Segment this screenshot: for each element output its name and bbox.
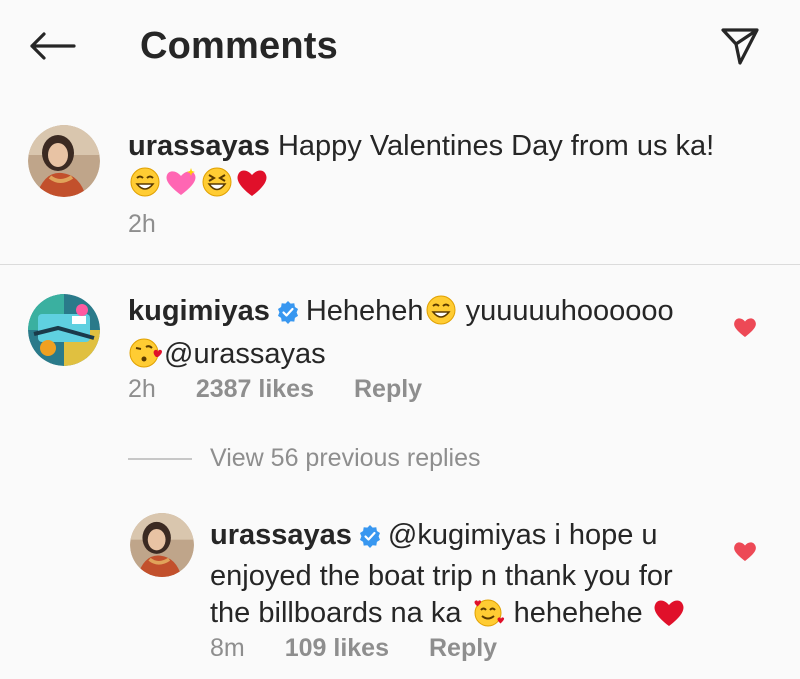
grinning-squint-emoji-icon bbox=[129, 166, 161, 208]
reply-body-1: i hope u bbox=[546, 519, 658, 551]
reply-reply-button[interactable]: Reply bbox=[429, 634, 497, 663]
avatar[interactable] bbox=[130, 513, 194, 577]
caption-text: urassayas Happy Valentines Day from us k… bbox=[128, 128, 748, 208]
caption-body: Happy Valentines Day from us ka! bbox=[269, 130, 715, 162]
red-heart-emoji-icon bbox=[652, 596, 686, 638]
back-button[interactable] bbox=[28, 24, 84, 68]
avatar[interactable] bbox=[28, 125, 100, 197]
view-replies-label: View 56 previous replies bbox=[210, 444, 481, 472]
comment-like-button[interactable] bbox=[730, 312, 760, 342]
caption-username[interactable]: urassayas bbox=[128, 130, 270, 162]
share-button[interactable] bbox=[716, 22, 764, 70]
reply-meta: 8m 109 likes Reply bbox=[210, 634, 497, 663]
paper-plane-icon bbox=[721, 28, 759, 65]
comment-reply-button[interactable]: Reply bbox=[354, 375, 422, 404]
comment-meta: 2h 2387 likes Reply bbox=[128, 375, 422, 404]
laughing-emoji-icon bbox=[201, 166, 233, 208]
reply-text: urassayas @kugimiyas i hope u enjoyed the… bbox=[210, 517, 720, 638]
comments-screen: Comments urassayas Happy Valentines Day … bbox=[0, 0, 800, 679]
page-title: Comments bbox=[140, 25, 338, 67]
reply-body-3: the billboards na ka bbox=[210, 597, 470, 629]
red-heart-emoji-icon bbox=[235, 166, 269, 208]
comment-username[interactable]: kugimiyas bbox=[128, 295, 270, 327]
caption-divider bbox=[0, 264, 800, 265]
reply-body-4: hehehehe bbox=[505, 597, 651, 629]
comment-text: kugimiyas Heheheh yuuuuuhoooooo @urassaya… bbox=[128, 293, 718, 379]
reply-mention-link[interactable]: @kugimiyas bbox=[388, 519, 546, 551]
comment-mention-link[interactable]: @urassayas bbox=[164, 338, 326, 370]
reply-body-2: enjoyed the boat trip n thank you for bbox=[210, 560, 673, 592]
heart-filled-icon bbox=[734, 318, 756, 337]
grinning-squint-emoji-icon bbox=[425, 294, 457, 336]
heart-filled-icon bbox=[734, 542, 756, 561]
comment-body-1: Heheheh bbox=[305, 295, 424, 327]
caption-timestamp: 2h bbox=[128, 210, 156, 238]
header-bar: Comments bbox=[0, 0, 800, 96]
arrow-left-icon bbox=[30, 32, 76, 60]
caption-meta: 2h bbox=[128, 210, 196, 239]
verified-badge-icon bbox=[358, 521, 382, 558]
comment-likes-count[interactable]: 2387 likes bbox=[196, 375, 314, 404]
reply-timestamp: 8m bbox=[210, 634, 245, 662]
sparkling-heart-emoji-icon bbox=[163, 166, 199, 208]
reply-username[interactable]: urassayas bbox=[210, 519, 352, 551]
reply-likes-count[interactable]: 109 likes bbox=[285, 634, 389, 663]
face-blowing-kiss-emoji-icon bbox=[129, 337, 163, 379]
comment-timestamp: 2h bbox=[128, 375, 156, 403]
reply-like-button[interactable] bbox=[730, 536, 760, 566]
avatar[interactable] bbox=[28, 294, 100, 366]
view-previous-replies-button[interactable]: View 56 previous replies bbox=[128, 444, 481, 473]
comment-body-2: yuuuuuhoooooo bbox=[457, 295, 674, 327]
post-caption: urassayas Happy Valentines Day from us k… bbox=[0, 110, 800, 264]
smiling-face-with-hearts-emoji-icon bbox=[471, 596, 505, 638]
verified-badge-icon bbox=[276, 297, 300, 334]
replies-thread-line bbox=[128, 457, 192, 460]
